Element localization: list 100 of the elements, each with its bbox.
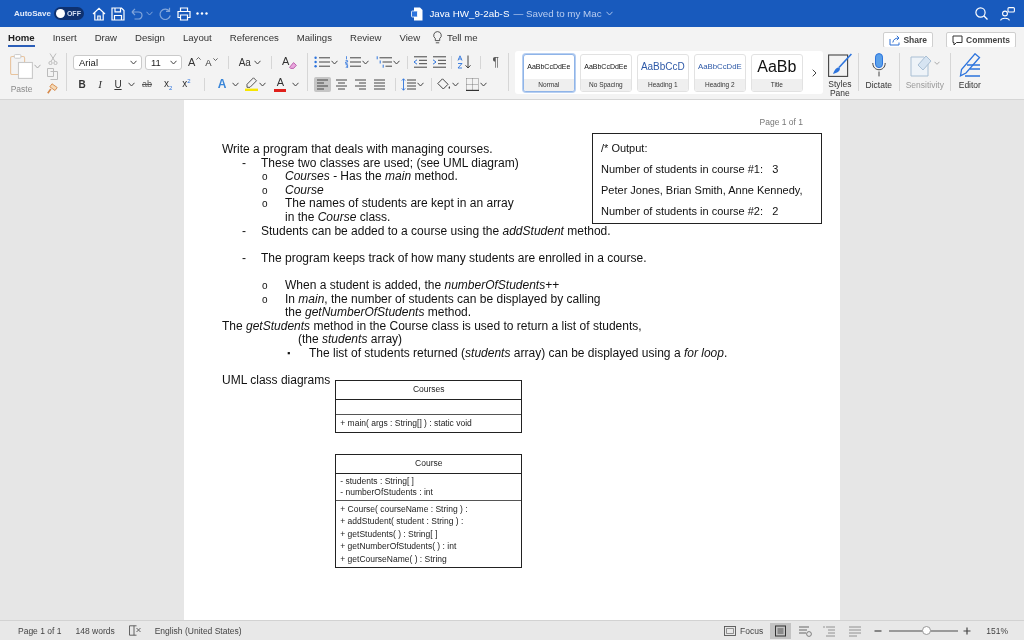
highlighter-icon[interactable] xyxy=(245,77,259,91)
paintbrush-icon[interactable] xyxy=(47,83,58,94)
slider-thumb[interactable] xyxy=(922,625,931,635)
class-name: Course xyxy=(415,456,443,470)
printer-icon[interactable] xyxy=(176,6,191,21)
bullet-marker: - xyxy=(242,156,247,171)
grow-font-button[interactable]: A xyxy=(188,56,202,68)
superscript-button[interactable]: x$^{2}$ xyxy=(182,78,191,90)
list-item-text: When a student is added, the numberOfStudents++ xyxy=(285,278,560,293)
editor-button[interactable]: Editor xyxy=(954,47,985,99)
increase-indent-icon[interactable] xyxy=(432,56,447,68)
zoom-percentage[interactable]: 151% xyxy=(986,625,1008,636)
subscript-button[interactable]: x$_{2}$ xyxy=(164,77,173,91)
search-icon[interactable] xyxy=(975,7,988,20)
list-item-text: in the Course class. xyxy=(285,210,391,225)
ribbon-tab[interactable]: Mailings xyxy=(296,27,332,47)
book-x-icon[interactable] xyxy=(128,625,141,636)
class-attribute: - students : String[ ] xyxy=(340,475,415,487)
save-icon[interactable] xyxy=(110,6,125,21)
caret-icon[interactable] xyxy=(605,11,613,16)
bullet-list-icon[interactable] xyxy=(314,56,331,68)
caret-icon xyxy=(253,59,261,65)
eraser-icon xyxy=(289,62,298,69)
caret-icon[interactable] xyxy=(452,81,460,87)
list-item-text: Course xyxy=(285,183,324,198)
list-item-text: The names of students are kept in an array xyxy=(285,197,514,211)
paint-bucket-icon[interactable] xyxy=(437,77,452,91)
paragraph-text: Write a program that deals with managing courses. xyxy=(222,143,493,157)
comments-button[interactable]: Comments xyxy=(946,32,1016,48)
show-marks-button[interactable]: ¶ xyxy=(492,55,499,69)
uml-heading: UML class diagrams xyxy=(222,374,331,388)
bullet-marker: o xyxy=(262,278,269,293)
caret-icon[interactable] xyxy=(128,81,135,87)
class-name: Courses xyxy=(412,383,445,397)
underline-button[interactable]: U xyxy=(114,78,122,90)
font-size-field[interactable]: 11 xyxy=(145,54,182,70)
focus-button[interactable]: Focus xyxy=(724,625,764,636)
output-line: Number of students in course #2: 2 xyxy=(601,204,779,219)
font-name-field[interactable]: Arial xyxy=(73,54,142,70)
caret-icon[interactable] xyxy=(292,81,300,87)
tell-me-search[interactable]: Tell me xyxy=(447,31,478,43)
caret-icon[interactable] xyxy=(362,59,370,65)
line-spacing-icon[interactable] xyxy=(401,77,417,91)
sort-icon[interactable] xyxy=(457,55,473,69)
class-attribute: - numberOfStudents : int xyxy=(340,486,434,498)
person-icon[interactable] xyxy=(1000,6,1015,21)
caret-icon[interactable] xyxy=(130,59,137,65)
caret-icon[interactable] xyxy=(259,81,267,87)
ribbon-tab[interactable]: Design xyxy=(135,27,165,47)
output-line: Number of students in course #1: 3 xyxy=(601,162,779,177)
bullet-marker: - xyxy=(242,251,247,266)
chevron-right-icon[interactable] xyxy=(811,68,817,77)
caret-icon[interactable] xyxy=(232,81,240,87)
borders-icon[interactable] xyxy=(466,77,480,91)
bullet-marker: o xyxy=(262,197,269,211)
document-icon xyxy=(411,6,424,21)
paragraph-text: The getStudents method in the Course class is used to return a list of students, xyxy=(222,319,642,334)
caret-down-icon xyxy=(212,57,218,61)
page-view-icon[interactable] xyxy=(770,622,792,639)
font-color-button[interactable]: A xyxy=(274,76,287,92)
shrink-font-button[interactable]: A xyxy=(205,56,218,68)
brush-frame-icon xyxy=(827,53,852,77)
ribbon-tab[interactable]: View xyxy=(399,27,421,47)
caret-icon[interactable] xyxy=(417,81,425,87)
strikethrough-button[interactable]: ab xyxy=(142,79,152,89)
list-item-text: In main, the number of students can be displayed by calling xyxy=(285,292,601,307)
align-left-icon[interactable] xyxy=(314,76,332,92)
caret-icon[interactable] xyxy=(170,59,177,65)
decrease-indent-icon[interactable] xyxy=(413,56,428,68)
lightbulb-icon[interactable] xyxy=(433,30,443,44)
class-operation: + Course( courseName : String ) : xyxy=(340,502,469,516)
autosave-label: AutoSave xyxy=(14,9,51,18)
output-line: /* Output: xyxy=(601,141,648,156)
caret-icon[interactable] xyxy=(480,81,488,87)
class-operation: + getStudents( ) : String[ ] xyxy=(340,527,439,541)
microphone-icon xyxy=(871,53,886,77)
zoom-slider[interactable] xyxy=(889,629,959,632)
more-icon[interactable] xyxy=(195,12,208,15)
bold-button[interactable]: B xyxy=(78,78,86,90)
home-icon[interactable] xyxy=(91,6,106,21)
ribbon-tab[interactable]: Layout xyxy=(182,27,212,47)
caret-icon[interactable] xyxy=(331,59,339,65)
ribbon-tab[interactable]: Draw xyxy=(94,27,118,47)
output-line: Peter Jones, Brian Smith, Anne Kennedy, xyxy=(601,183,803,198)
ribbon-tab[interactable]: References xyxy=(229,27,279,47)
ribbon-tab[interactable]: Review xyxy=(350,27,382,47)
page-tag-icon xyxy=(909,53,932,77)
clear-formatting-button[interactable]: A xyxy=(281,55,298,69)
language-label[interactable]: English (United States) xyxy=(154,625,242,636)
ribbon-tab[interactable]: Insert xyxy=(52,27,77,47)
styles-pane-button[interactable]: Styles Pane xyxy=(825,47,854,99)
plus-icon[interactable] xyxy=(963,626,972,635)
italic-button[interactable]: I xyxy=(96,78,104,90)
dictate-button[interactable]: Dictate xyxy=(862,47,895,99)
list-item-text: Students can be added to a course using the addStudent method. xyxy=(261,224,611,239)
numbered-list-icon[interactable] xyxy=(345,56,362,68)
change-case-button[interactable]: Aa xyxy=(238,56,261,68)
share-button[interactable]: Share xyxy=(883,32,934,48)
caret-icon[interactable] xyxy=(393,59,401,65)
multilevel-list-icon[interactable] xyxy=(376,56,393,68)
